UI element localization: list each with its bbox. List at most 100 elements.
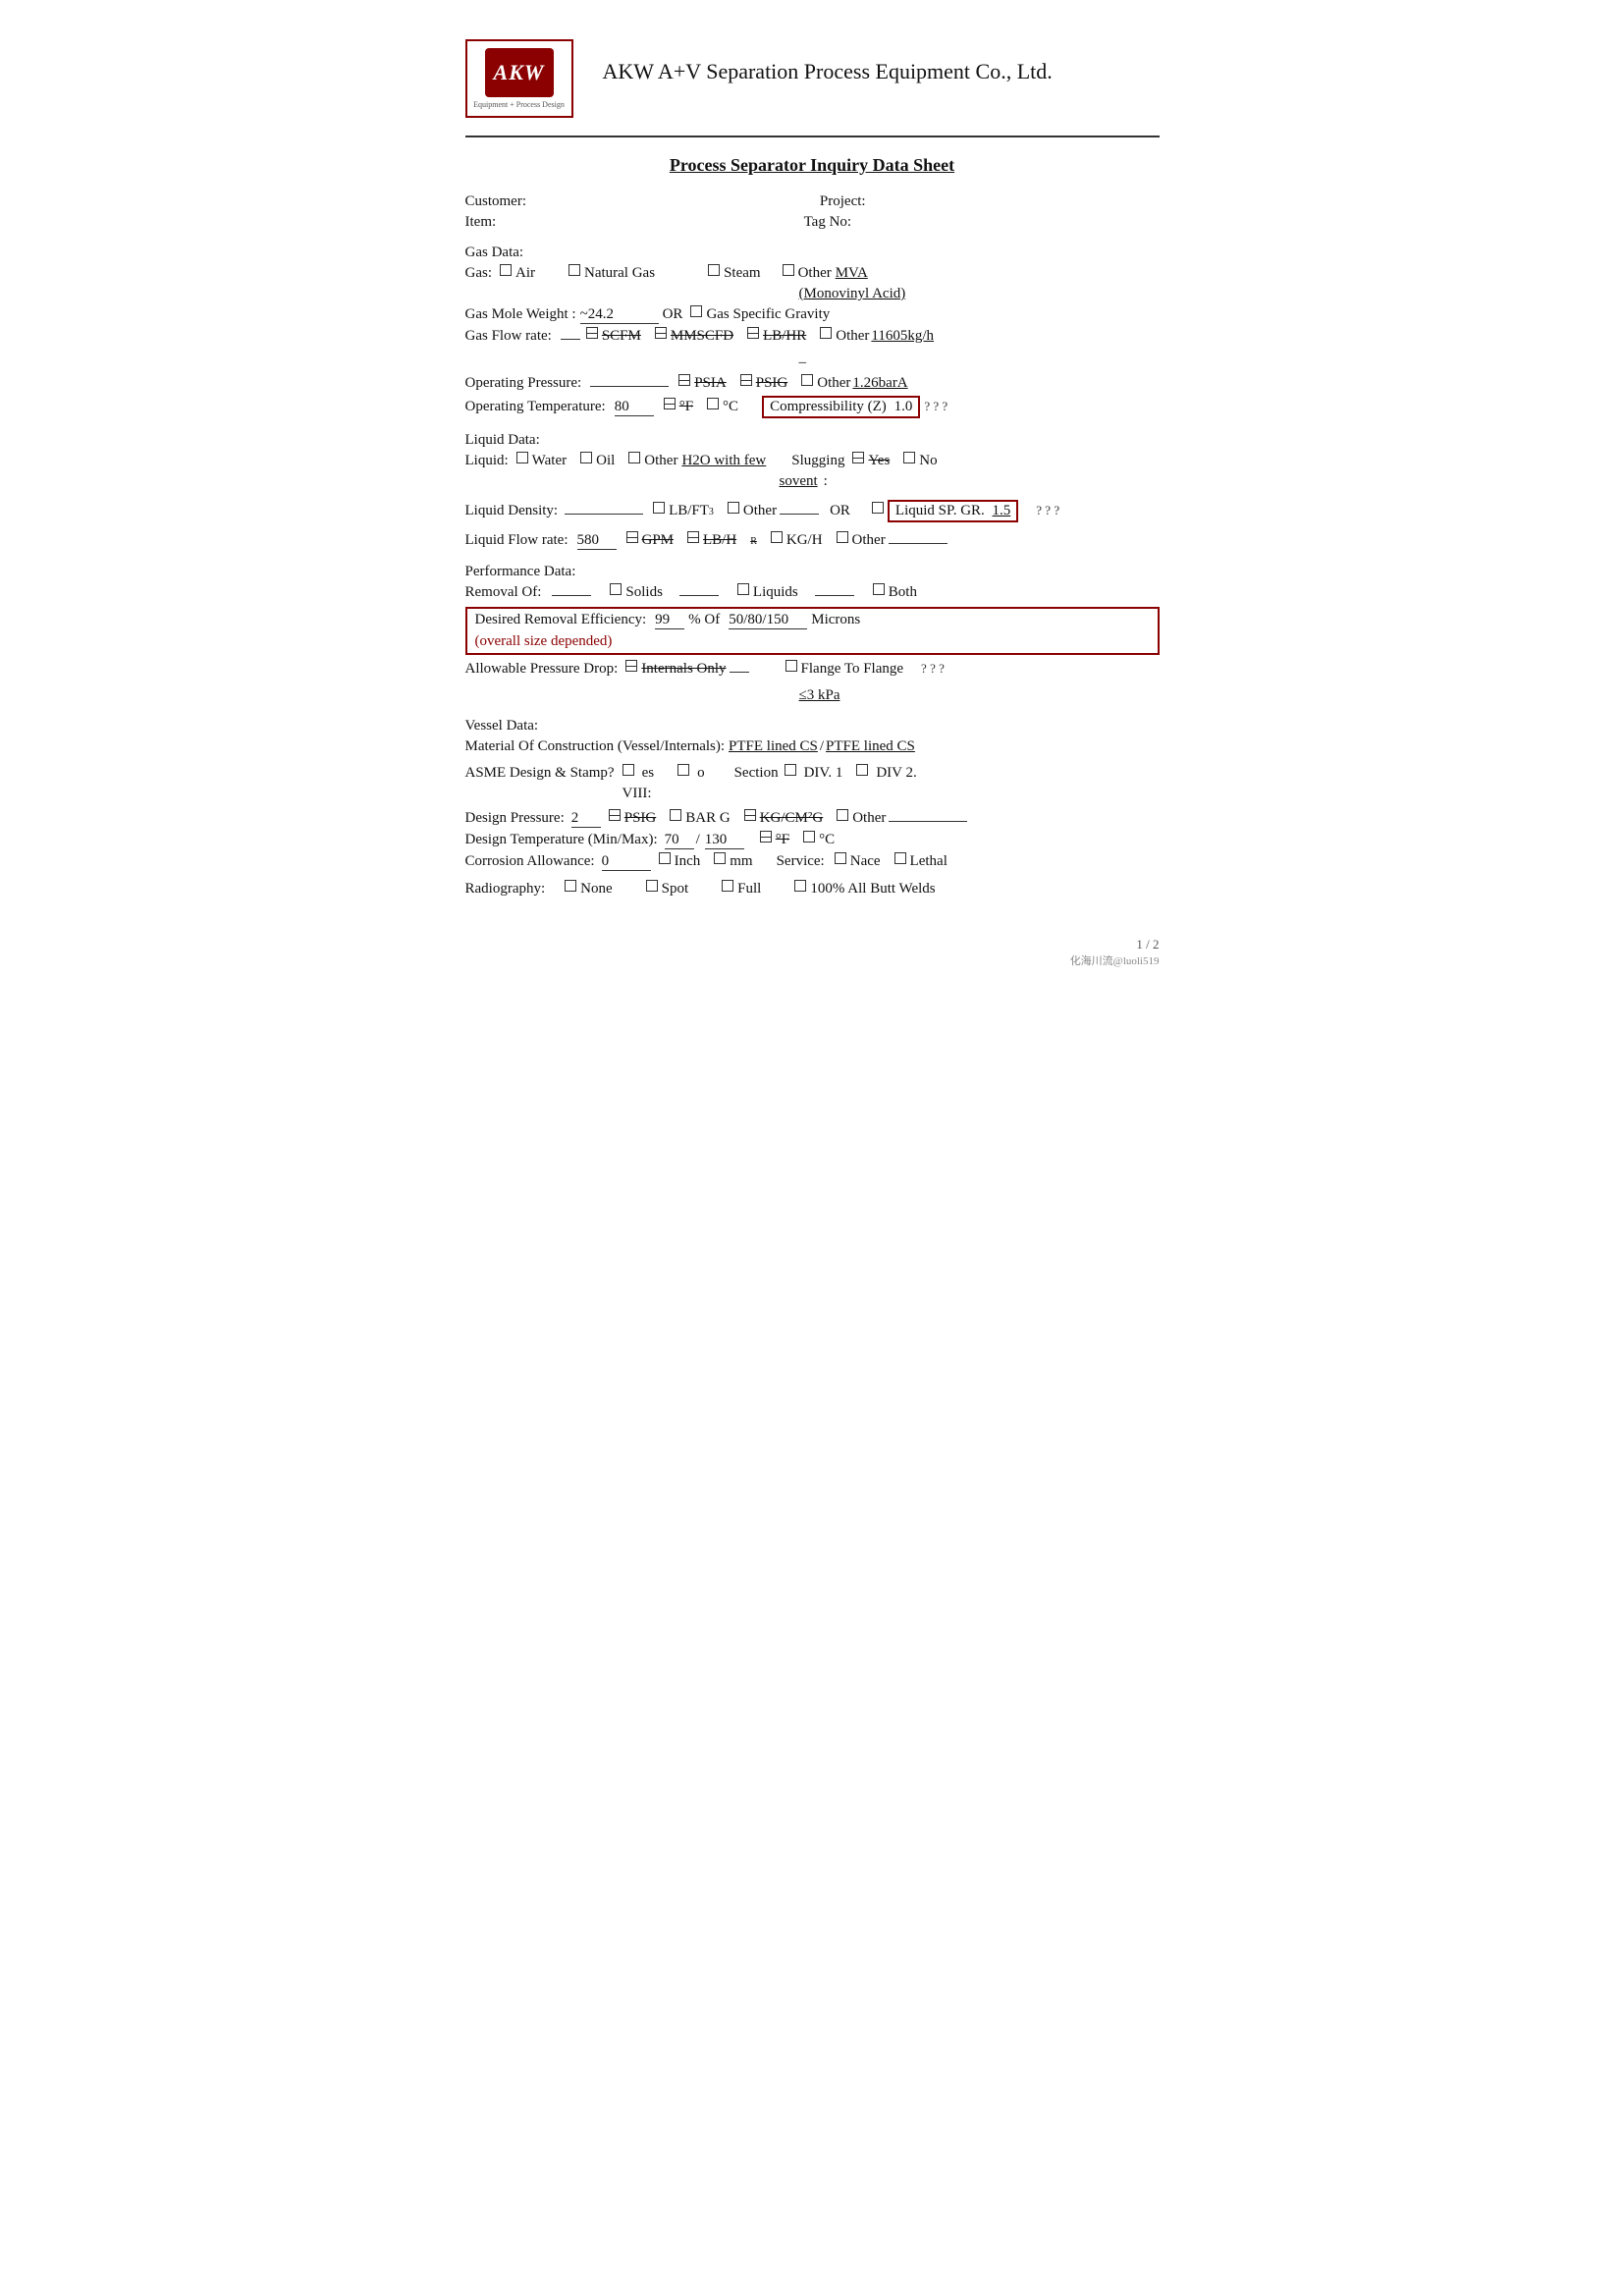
removal-of-row: Removal Of: Solids Liquids Both <box>465 584 1160 601</box>
gas-sg-checkbox[interactable] <box>690 305 702 317</box>
psia-label: PSIA <box>694 375 727 392</box>
other-lf-checkbox[interactable] <box>837 531 848 543</box>
bar-g-checkbox[interactable] <box>670 809 681 821</box>
other-flow-val: 11605kg/h <box>871 328 934 344</box>
other-density-blank <box>780 514 819 515</box>
mm-label: mm <box>730 853 752 870</box>
other-dp-cb: Other <box>837 810 970 827</box>
op-pressure-row: Operating Pressure: PSIA PSIG Other 1.26… <box>465 375 1160 392</box>
efficiency-label: Desired Removal Efficiency: <box>475 612 647 628</box>
water-label: Water <box>532 453 567 469</box>
kg-cm2g-checkbox[interactable] <box>744 809 756 821</box>
other-gas-checkbox[interactable] <box>783 264 794 276</box>
tag-label: Tag No: <box>804 214 852 231</box>
liquids-checkbox[interactable] <box>737 583 749 595</box>
psia-cb: PSIA <box>678 375 727 392</box>
other-liquid-checkbox[interactable] <box>628 452 640 463</box>
lb-ft-checkbox[interactable] <box>653 502 665 514</box>
design-pressure-label: Design Pressure: <box>465 810 565 827</box>
full-checkbox[interactable] <box>722 880 733 892</box>
both-checkbox[interactable] <box>873 583 885 595</box>
spot-checkbox[interactable] <box>646 880 658 892</box>
customer-row: Customer: Project: <box>465 193 1160 210</box>
scfm-checkbox[interactable] <box>586 327 598 339</box>
page-footer: 1 / 2 <box>465 937 1160 952</box>
div2-checkbox[interactable] <box>856 764 868 776</box>
nace-checkbox[interactable] <box>835 852 846 864</box>
mm-checkbox[interactable] <box>714 852 726 864</box>
fahrenheit-checkbox[interactable] <box>664 398 676 409</box>
internals-only-checkbox[interactable] <box>625 660 637 672</box>
all-butt-checkbox[interactable] <box>794 880 806 892</box>
none-checkbox[interactable] <box>565 880 576 892</box>
psig-pressure-checkbox[interactable] <box>740 374 752 386</box>
celsius-label: °C <box>723 399 738 415</box>
celsius-dt-checkbox[interactable] <box>803 831 815 843</box>
lethal-checkbox[interactable] <box>894 852 906 864</box>
fahrenheit-dt-checkbox[interactable] <box>760 831 772 843</box>
asme-no-checkbox[interactable] <box>677 764 689 776</box>
sp-gr-cb: Liquid SP. GR. 1.5 <box>872 500 1018 522</box>
gpm-label: GPM <box>642 532 675 549</box>
microns-val: 50/80/150 <box>729 612 807 629</box>
div1-checkbox[interactable] <box>785 764 796 776</box>
solids-blank <box>679 595 719 596</box>
celsius-checkbox[interactable] <box>707 398 719 409</box>
mmscfd-checkbox[interactable] <box>655 327 667 339</box>
air-label: Air <box>515 265 535 282</box>
internals-only-label: Internals Only <box>641 661 726 678</box>
or2: OR <box>830 503 850 519</box>
inch-checkbox[interactable] <box>659 852 671 864</box>
other-flow-checkbox[interactable] <box>820 327 832 339</box>
kg-h-label: KG/H <box>786 532 823 549</box>
psig-dp-checkbox[interactable] <box>609 809 621 821</box>
water-checkbox[interactable] <box>516 452 528 463</box>
performance-data-title: Performance Data: <box>465 564 1160 580</box>
kg-h-checkbox[interactable] <box>771 531 783 543</box>
gpm-checkbox[interactable] <box>626 531 638 543</box>
oil-checkbox[interactable] <box>580 452 592 463</box>
other-density-cb: Other OR <box>728 503 858 519</box>
lb-hr-checkbox[interactable] <box>747 327 759 339</box>
op-pressure-blank <box>590 386 669 387</box>
lb-hr-cb: LB/HR <box>747 328 806 345</box>
other-dp-checkbox[interactable] <box>837 809 848 821</box>
mole-weight-label: Gas Mole Weight : <box>465 306 576 323</box>
solids-checkbox[interactable] <box>610 583 622 595</box>
customer-label: Customer: <box>465 193 527 210</box>
psia-checkbox[interactable] <box>678 374 690 386</box>
natural-gas-checkbox[interactable] <box>568 264 580 276</box>
item-row: Item: Tag No: <box>465 214 1160 231</box>
sp-gr-checkbox[interactable] <box>872 502 884 514</box>
slugging-no-checkbox[interactable] <box>903 452 915 463</box>
radiography-row: Radiography: None Spot Full 100% All But… <box>465 881 1160 898</box>
liquid-type-row: Liquid: Water Oil Other H2O with few Slu… <box>465 453 1160 469</box>
sp-gr-box: Liquid SP. GR. 1.5 <box>888 500 1018 522</box>
lb-h-checkbox[interactable] <box>687 531 699 543</box>
section-sub: VIII: <box>623 786 652 802</box>
lb-ft-label: LB/FT <box>669 503 709 519</box>
corrosion-row: Corrosion Allowance: 0 Inch mm Service: … <box>465 853 1160 871</box>
slugging-yes-checkbox[interactable] <box>852 452 864 463</box>
op-temp-val: 80 <box>615 399 654 416</box>
other-gas-val2: (Monovinyl Acid) <box>799 286 906 301</box>
efficiency-box: Desired Removal Efficiency: 99 % Of 50/8… <box>465 607 1160 655</box>
asme-yes-checkbox[interactable] <box>623 764 634 776</box>
company-name: AKW A+V Separation Process Equipment Co.… <box>603 59 1053 84</box>
inch-cb: Inch <box>659 853 701 870</box>
or1: OR <box>663 306 683 323</box>
air-checkbox[interactable] <box>500 264 512 276</box>
pressure-drop-row: Allowable Pressure Drop: Internals Only … <box>465 661 1160 678</box>
lb-h-cb: LB/H R <box>687 532 757 549</box>
flange-flange-checkbox[interactable] <box>785 660 797 672</box>
gas-flow-row: Gas Flow rate: SCFM MMSCFD LB/HR Other 1… <box>465 328 1160 345</box>
other-density-checkbox[interactable] <box>728 502 739 514</box>
moc-label: Material Of Construction (Vessel/Interna… <box>465 738 726 755</box>
other-pressure-checkbox[interactable] <box>801 374 813 386</box>
mmscfd-label: MMSCFD <box>671 328 733 345</box>
sp-gr-val: 1.5 <box>993 503 1011 518</box>
steam-checkbox[interactable] <box>708 264 720 276</box>
other-dp-label: Other <box>852 810 886 827</box>
psig-pressure-cb: PSIG <box>740 375 788 392</box>
section-sub-row: VIII: <box>623 786 1160 802</box>
